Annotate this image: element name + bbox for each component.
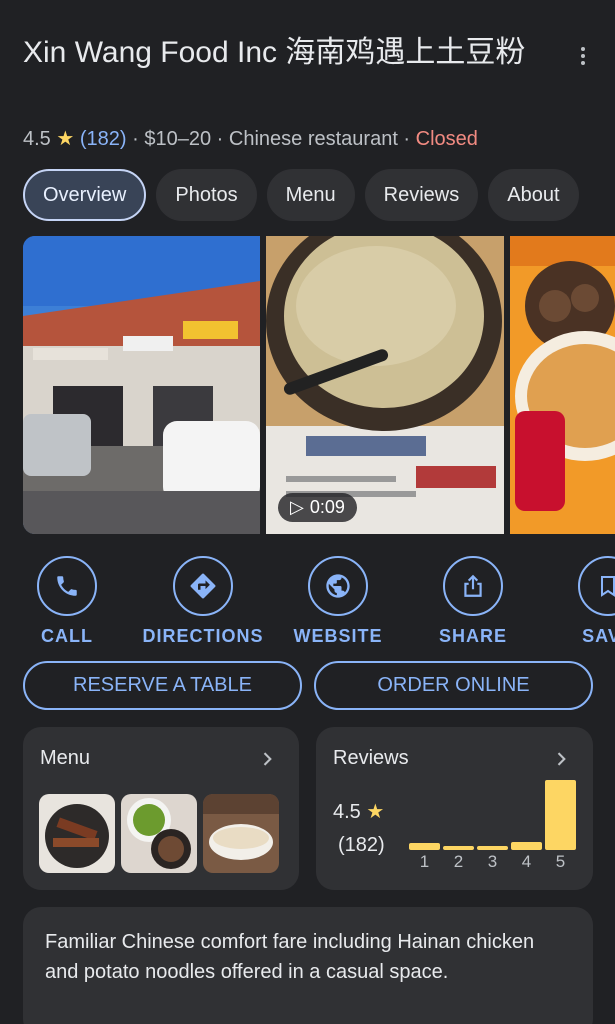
- category[interactable]: Chinese restaurant: [229, 128, 398, 150]
- tab-bar: Overview Photos Menu Reviews About: [23, 169, 579, 221]
- rating-bar-2: [443, 846, 474, 850]
- menu-photo[interactable]: [39, 794, 115, 873]
- star-icon: ★: [56, 128, 75, 150]
- directions-label: DIRECTIONS: [142, 626, 264, 646]
- directions-icon: [173, 556, 233, 616]
- storefront-photo[interactable]: [23, 236, 260, 534]
- reviews-rating-value: 4.5: [333, 801, 361, 823]
- rating-bar-1: [409, 843, 440, 850]
- chevron-right-icon: [557, 752, 566, 766]
- rating-bar-label: 1: [419, 852, 430, 871]
- video-thumbnail[interactable]: ▷ 0:09: [266, 236, 504, 534]
- place-title: Xin Wang Food Inc 海南鸡遇上土豆粉: [23, 36, 526, 69]
- primary-buttons: RESERVE A TABLE ORDER ONLINE: [23, 661, 593, 710]
- call-button[interactable]: CALL: [0, 556, 137, 647]
- directions-button[interactable]: DIRECTIONS: [133, 556, 273, 647]
- website-button[interactable]: WEBSITE: [268, 556, 408, 647]
- rating-bar-4: [511, 842, 542, 850]
- reviews-card-title: Reviews: [333, 747, 409, 769]
- phone-icon: [37, 556, 97, 616]
- tab-menu[interactable]: Menu: [266, 169, 355, 221]
- menu-card-title: Menu: [40, 747, 91, 769]
- reviews-rating: 4.5 ★: [333, 799, 384, 824]
- place-description: Familiar Chinese comfort fare including …: [23, 907, 593, 1024]
- menu-photos: [39, 794, 279, 873]
- rating-bar-label: 4: [521, 852, 532, 871]
- video-duration-badge: ▷ 0:09: [278, 493, 357, 522]
- place-header: Xin Wang Food Inc 海南鸡遇上土豆粉: [23, 30, 563, 75]
- open-status: Closed: [415, 128, 478, 150]
- save-button[interactable]: SAVE: [538, 556, 615, 647]
- menu-photo[interactable]: [121, 794, 197, 873]
- rating-bar-5: [545, 780, 576, 850]
- menu-card[interactable]: Menu: [23, 727, 299, 890]
- more-options-icon[interactable]: [571, 44, 595, 68]
- rating-bar-3: [477, 846, 508, 850]
- menu-photo[interactable]: [203, 794, 279, 873]
- separator: ·: [126, 128, 145, 150]
- star-icon: ★: [366, 801, 385, 823]
- rating-bar-label: 3: [487, 852, 498, 871]
- share-label: SHARE: [438, 626, 507, 646]
- rating-bar-label: 2: [453, 852, 464, 871]
- tab-about[interactable]: About: [488, 169, 579, 221]
- call-label: CALL: [41, 626, 93, 646]
- website-label: WEBSITE: [293, 626, 383, 646]
- chevron-right-icon: [263, 752, 272, 766]
- video-duration: 0:09: [309, 497, 345, 517]
- tab-overview[interactable]: Overview: [23, 169, 147, 221]
- separator: ·: [397, 128, 416, 150]
- reserve-table-button[interactable]: RESERVE A TABLE: [23, 661, 302, 710]
- play-icon: ▷: [290, 497, 304, 517]
- reviews-count: (182): [338, 834, 385, 856]
- food-promo-photo[interactable]: [510, 236, 615, 534]
- rating-histogram: [409, 777, 577, 850]
- separator: ·: [211, 128, 229, 150]
- place-meta: 4.5 ★ (182) · $10–20 · Chinese restauran…: [23, 124, 478, 154]
- share-icon: [443, 556, 503, 616]
- share-button[interactable]: SHARE: [403, 556, 543, 647]
- rating-bar-label: 5: [555, 852, 566, 871]
- action-bar: CALL DIRECTIONS WEBSITE SHARE SAVE: [0, 556, 615, 651]
- order-online-button[interactable]: ORDER ONLINE: [314, 661, 593, 710]
- globe-icon: [308, 556, 368, 616]
- save-label: SAVE: [582, 626, 615, 646]
- rating-value: 4.5: [23, 128, 51, 150]
- bookmark-icon: [578, 556, 615, 616]
- photo-carousel[interactable]: ▷ 0:09: [23, 236, 615, 534]
- tab-reviews[interactable]: Reviews: [364, 169, 479, 221]
- reviews-card[interactable]: Reviews 4.5 ★ (182) 1 2 3 4 5: [316, 727, 593, 890]
- tab-photos[interactable]: Photos: [156, 169, 257, 221]
- review-count-link[interactable]: (182): [80, 128, 127, 150]
- price-range: $10–20: [144, 128, 212, 150]
